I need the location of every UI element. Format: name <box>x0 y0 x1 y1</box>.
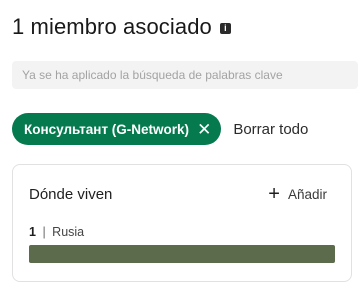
separator: | <box>42 225 46 239</box>
search-input[interactable] <box>12 61 358 89</box>
location-bar-fill <box>29 245 335 263</box>
page-title: 1 miembro asociado <box>12 14 212 39</box>
title-row: 1 miembro asociado i <box>12 14 231 40</box>
plus-icon: + <box>268 183 280 205</box>
page: 1 miembro asociado i Консультант (G-Netw… <box>0 0 358 290</box>
clear-all-button[interactable]: Borrar todo <box>233 121 308 138</box>
info-icon[interactable]: i <box>219 22 231 34</box>
add-button[interactable]: + Añadir <box>268 184 327 204</box>
close-icon[interactable]: ✕ <box>197 121 211 138</box>
location-row-label: 1 | Rusia <box>29 225 84 239</box>
location-count: 1 <box>29 225 36 239</box>
location-bar[interactable] <box>29 245 335 263</box>
location-name: Rusia <box>52 225 85 239</box>
filter-chip[interactable]: Консультант (G-Network) ✕ <box>12 113 222 145</box>
active-filters: Консультант (G-Network) ✕ Borrar todo <box>12 113 308 145</box>
filter-chip-label: Консультант (G-Network) <box>24 121 190 137</box>
card-title: Dónde viven <box>29 186 113 203</box>
location-card: Dónde viven + Añadir 1 | Rusia <box>12 164 352 282</box>
add-button-label: Añadir <box>287 186 327 202</box>
